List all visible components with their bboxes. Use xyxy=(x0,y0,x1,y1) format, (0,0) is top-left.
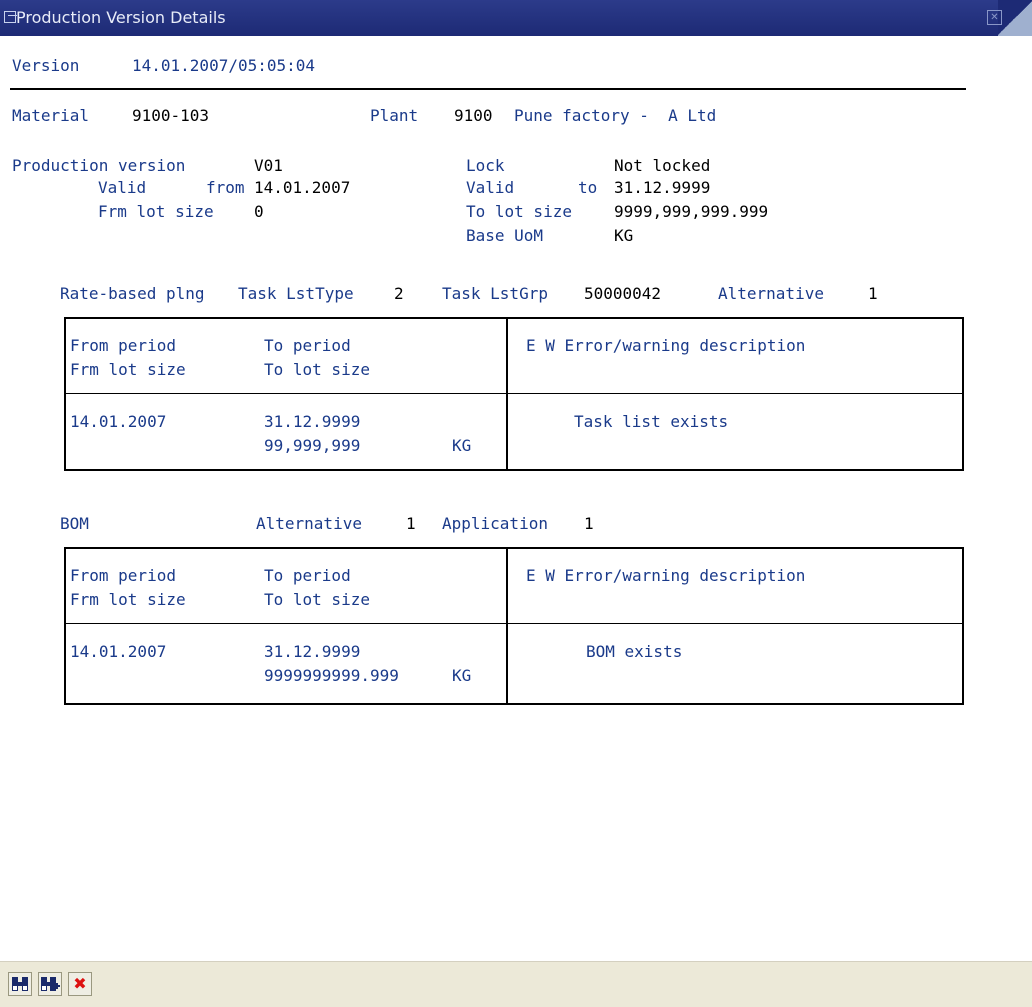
rate-from-value: 14.01.2007 xyxy=(70,412,167,431)
material-value: 9100-103 xyxy=(132,106,210,125)
rate-to-value: 31.12.9999 xyxy=(264,412,361,431)
bom-application-value: 1 xyxy=(584,514,594,533)
material-label: Material xyxy=(12,106,90,125)
rate-uom: KG xyxy=(452,436,472,455)
valid-to-to-label: to xyxy=(578,178,598,197)
base-uom-label: Base UoM xyxy=(466,226,544,245)
window-menu-icon[interactable] xyxy=(4,11,17,23)
plant-label: Plant xyxy=(370,106,419,125)
valid-to-value: 31.12.9999 xyxy=(614,178,711,197)
frm-lot-size-value: 0 xyxy=(254,202,264,221)
rate-based-table xyxy=(64,317,964,471)
bom-heading: BOM xyxy=(60,514,89,533)
col-frm-lot-size: Frm lot size xyxy=(70,360,186,379)
to-lot-size-label: To lot size xyxy=(466,202,572,221)
base-uom-value: KG xyxy=(614,226,634,245)
rate-alternative-label: Alternative xyxy=(718,284,824,303)
col-error-warning: E W Error/warning description xyxy=(526,566,806,585)
production-version-value: V01 xyxy=(254,156,283,175)
frm-lot-size-label: Frm lot size xyxy=(98,202,214,221)
bom-from-value: 14.01.2007 xyxy=(70,642,167,661)
col-from-period: From period xyxy=(70,336,176,355)
detail-content: Version 14.01.2007/05:05:04 Material 910… xyxy=(0,36,1032,961)
col-from-period: From period xyxy=(70,566,176,585)
valid-label: Valid xyxy=(98,178,147,197)
col-to-period: To period xyxy=(264,566,351,585)
window-title: Production Version Details xyxy=(16,8,226,27)
bom-uom: KG xyxy=(452,666,472,685)
rate-alternative-value: 1 xyxy=(868,284,878,303)
close-icon[interactable]: ✕ xyxy=(987,10,1002,25)
task-list-group-label: Task LstGrp xyxy=(442,284,548,303)
task-list-type-label: Task LstType xyxy=(238,284,354,303)
rate-based-heading: Rate-based plng xyxy=(60,284,205,303)
binoculars-plus-icon[interactable] xyxy=(38,972,62,996)
task-list-group-value: 50000042 xyxy=(584,284,662,303)
title-bar: Production Version Details ✕ xyxy=(0,0,1032,36)
version-label: Version xyxy=(12,56,80,75)
to-lot-size-value: 9999,999,999.999 xyxy=(614,202,769,221)
bom-application-label: Application xyxy=(442,514,548,533)
valid-to-label: Valid xyxy=(466,178,515,197)
task-list-type-value: 2 xyxy=(394,284,404,303)
col-frm-lot-size: Frm lot size xyxy=(70,590,186,609)
bom-lot-value: 9999999999.999 xyxy=(264,666,399,685)
red-x-icon[interactable]: ✖ xyxy=(68,972,92,996)
plant-name: Pune factory - A Ltd xyxy=(514,106,717,125)
header-divider xyxy=(10,88,966,90)
plant-code: 9100 xyxy=(454,106,493,125)
lock-label: Lock xyxy=(466,156,505,175)
valid-from-value: 14.01.2007 xyxy=(254,178,351,197)
bom-table xyxy=(64,547,964,705)
col-error-warning: E W Error/warning description xyxy=(526,336,806,355)
col-to-lot-size: To lot size xyxy=(264,360,370,379)
col-to-period: To period xyxy=(264,336,351,355)
bom-to-value: 31.12.9999 xyxy=(264,642,361,661)
bom-alternative-value: 1 xyxy=(406,514,416,533)
version-value: 14.01.2007/05:05:04 xyxy=(132,56,316,75)
application-toolbar: ✖ xyxy=(0,961,1032,1007)
production-version-label: Production version xyxy=(12,156,186,175)
rate-lot-value: 99,999,999 xyxy=(264,436,361,455)
bom-message: BOM exists xyxy=(586,642,683,661)
rate-message: Task list exists xyxy=(574,412,729,431)
lock-value: Not locked xyxy=(614,156,711,175)
binoculars-icon[interactable] xyxy=(8,972,32,996)
bom-alternative-label: Alternative xyxy=(256,514,362,533)
col-to-lot-size: To lot size xyxy=(264,590,370,609)
valid-from-label: from xyxy=(206,178,245,197)
